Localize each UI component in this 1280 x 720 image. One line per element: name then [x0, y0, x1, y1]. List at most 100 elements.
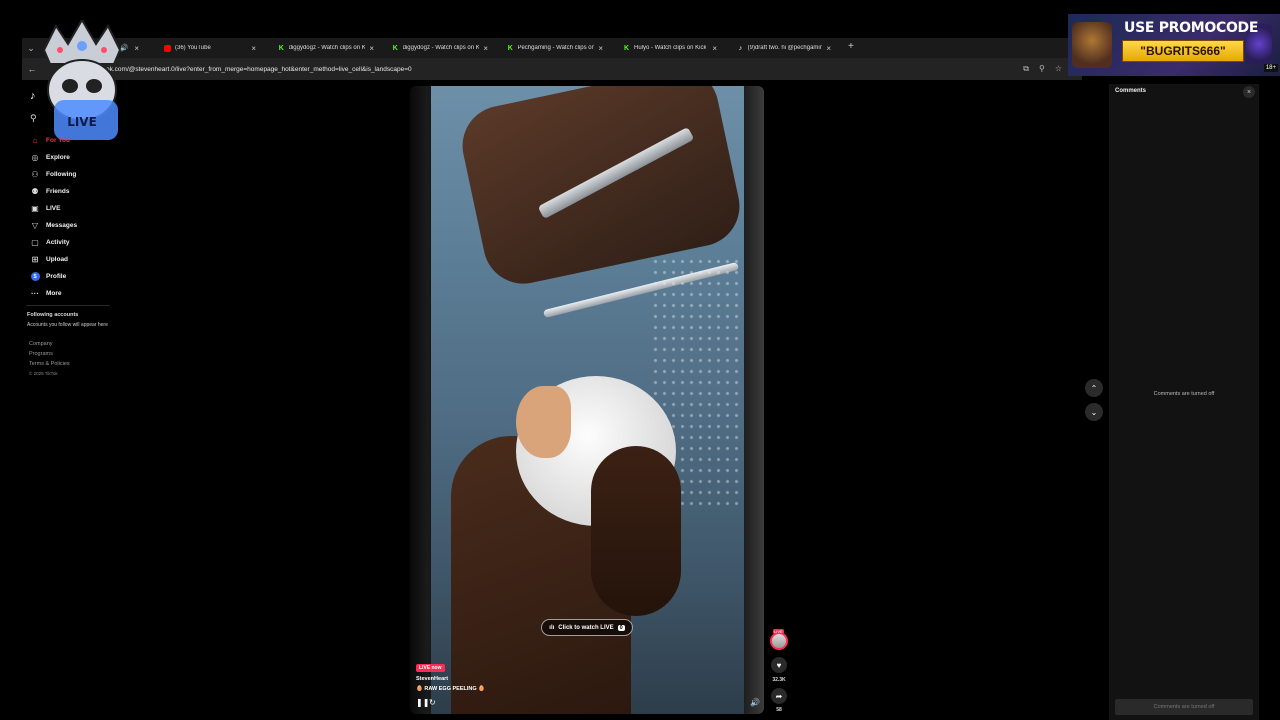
tab-close-icon[interactable]: ×	[134, 44, 139, 53]
sidebar-item-label: Messages	[46, 222, 78, 229]
close-icon[interactable]: ×	[1243, 86, 1255, 98]
previous-video-chevron-up-icon[interactable]: ⌃	[1085, 379, 1103, 397]
refresh-icon[interactable]: ↻	[429, 698, 436, 707]
install-app-icon[interactable]: ⧉	[1023, 64, 1029, 74]
tiktok-icon: ♪	[738, 44, 743, 52]
browser-tab[interactable]: Kdiggydogz - Watch clips on Kic ×	[386, 39, 494, 57]
like-heart-icon[interactable]: ♥	[771, 657, 787, 673]
sidebar-item-profile[interactable]: S Profile	[30, 268, 77, 285]
following-accounts-heading: Following accounts	[27, 312, 79, 318]
kick-icon: K	[623, 44, 630, 52]
sidebar-item-label: Explore	[46, 154, 70, 161]
upload-icon: ⊞	[31, 255, 39, 264]
friends-icon: ⚉	[31, 187, 39, 196]
search-icon[interactable]: ⚲	[30, 113, 37, 124]
sidebar-nav: ⌂ For You ◎ Explore ⚇ Following ⚉ Friends ▣ LIVE ▽…	[30, 132, 77, 302]
tab-title: Pechgaming - Watch clips on K	[517, 45, 595, 51]
promo-character-image	[1072, 22, 1112, 68]
copyright: © 2025 TikTok	[29, 371, 58, 376]
live-bars-icon: ılı	[549, 624, 555, 631]
address-bar: ← ok.com/@stevenheart.0/live?enter_from_…	[22, 58, 1082, 80]
kick-icon: K	[392, 44, 398, 52]
messages-icon: ▽	[31, 221, 39, 230]
sidebar-item-upload[interactable]: ⊞ Upload	[30, 251, 77, 268]
age-badge: 18+	[1263, 64, 1278, 72]
tab-close-icon[interactable]: ×	[712, 44, 717, 53]
tab-title: diggydogz - Watch clips on Kic	[402, 45, 480, 51]
sidebar-item-label: LIVE	[46, 205, 61, 212]
tab-close-icon[interactable]: ×	[251, 44, 256, 53]
sidebar-item-live[interactable]: ▣ LIVE	[30, 200, 77, 217]
avatar-live-tag: LIVE	[773, 629, 784, 634]
browser-tab[interactable]: (36) YouTube ×	[158, 39, 262, 57]
promo-heading: USE PROMOCODE	[1124, 20, 1259, 36]
sidebar-item-label: Profile	[46, 273, 67, 280]
kick-icon: K	[507, 44, 513, 52]
tab-close-icon[interactable]: ×	[598, 44, 603, 53]
comments-title: Comments	[1115, 88, 1147, 94]
compass-icon: ◎	[31, 153, 39, 162]
footer-link-terms[interactable]: Terms & Policies	[29, 361, 70, 367]
sidebar-item-label: Upload	[46, 256, 69, 263]
activity-icon: ▢	[31, 238, 39, 247]
browser-tab[interactable]: K Hulyo - Watch clips on Kick ×	[617, 39, 723, 57]
user-follow-icon: ⚇	[31, 170, 39, 179]
video-thumb	[591, 446, 681, 616]
cta-badge: 0	[617, 624, 625, 631]
footer-link-company[interactable]: Company	[29, 341, 70, 347]
logo-text: LIVE	[67, 115, 97, 129]
sidebar-item-label: More	[46, 290, 62, 297]
tab-title: Hulyo - Watch clips on Kick	[634, 45, 707, 51]
new-tab-plus-icon[interactable]: +	[848, 41, 854, 52]
sidebar-footer: Company Programs Terms & Policies © 2025…	[29, 341, 70, 376]
pause-icon[interactable]: ❚❚	[416, 698, 429, 707]
sidebar-item-label: Following	[46, 171, 77, 178]
next-video-chevron-down-icon[interactable]: ⌄	[1085, 403, 1103, 421]
sidebar-item-label: Friends	[46, 188, 70, 195]
bookmark-star-icon[interactable]: ☆	[1055, 64, 1062, 74]
like-count: 32.3K	[772, 677, 786, 683]
footer-link-programs[interactable]: Programs	[29, 351, 70, 357]
sidebar-item-for-you[interactable]: ⌂ For You	[30, 132, 77, 149]
volume-icon[interactable]: 🔊	[750, 698, 760, 707]
sidebar-item-following[interactable]: ⚇ Following	[30, 166, 77, 183]
sidebar-item-label: Activity	[46, 239, 70, 246]
streamer-crown-skull-logo: LIVE	[42, 20, 122, 140]
tab-close-icon[interactable]: ×	[826, 44, 831, 53]
live-tv-icon: ▣	[31, 204, 39, 213]
tab-title: (36) YouTube	[175, 45, 211, 51]
video-caption: 🥚 RAW EGG PEELING 🥚	[416, 686, 486, 692]
profile-avatar: S	[30, 272, 40, 282]
streamer-avatar[interactable]: LIVE	[770, 629, 788, 650]
sidebar-divider	[26, 305, 110, 306]
url-field[interactable]: ok.com/@stevenheart.0/live?enter_from_me…	[106, 66, 412, 73]
sidebar-item-activity[interactable]: ▢ Activity	[30, 234, 77, 251]
video-egg-shell	[516, 386, 571, 458]
more-icon: ···	[31, 289, 39, 298]
sidebar-item-label: For You	[46, 137, 70, 144]
comments-off-message: Comments are turned off	[1153, 391, 1215, 397]
promo-code: "BUGRITS666"	[1122, 40, 1244, 62]
tab-title: (9)draft two. hi @pechgaming	[747, 45, 823, 51]
streamer-name[interactable]: StevenHeart	[416, 676, 448, 682]
browser-tab[interactable]: Kdiggydogz - Watch clips on Kic ×	[272, 39, 380, 57]
promo-banner: USE PROMOCODE "BUGRITS666" 18+	[1068, 14, 1280, 76]
comment-input[interactable]: Comments are turned off	[1115, 699, 1253, 715]
click-to-watch-live-button[interactable]: ılı Click to watch LIVE 0	[541, 619, 633, 636]
youtube-icon	[164, 44, 171, 52]
sidebar-item-friends[interactable]: ⚉ Friends	[30, 183, 77, 200]
kick-icon: K	[278, 44, 284, 52]
browser-tab[interactable]: ♪ (9)draft two. hi @pechgaming ×	[731, 39, 837, 57]
caption-text: RAW EGG PEELING	[424, 686, 477, 692]
profile-avatar-dot: S	[30, 272, 40, 281]
browser-tab[interactable]: K Pechgaming - Watch clips on K ×	[501, 39, 609, 57]
tiktok-logo-icon[interactable]: ♪	[30, 90, 36, 102]
zoom-icon[interactable]: ⚲	[1039, 64, 1045, 74]
sidebar-item-more[interactable]: ··· More	[30, 285, 77, 302]
share-arrow-icon[interactable]: ➦	[771, 688, 787, 704]
sidebar-item-messages[interactable]: ▽ Messages	[30, 217, 77, 234]
sidebar-item-explore[interactable]: ◎ Explore	[30, 149, 77, 166]
tab-close-icon[interactable]: ×	[369, 44, 374, 53]
tab-close-icon[interactable]: ×	[483, 44, 488, 53]
home-icon: ⌂	[32, 136, 38, 145]
